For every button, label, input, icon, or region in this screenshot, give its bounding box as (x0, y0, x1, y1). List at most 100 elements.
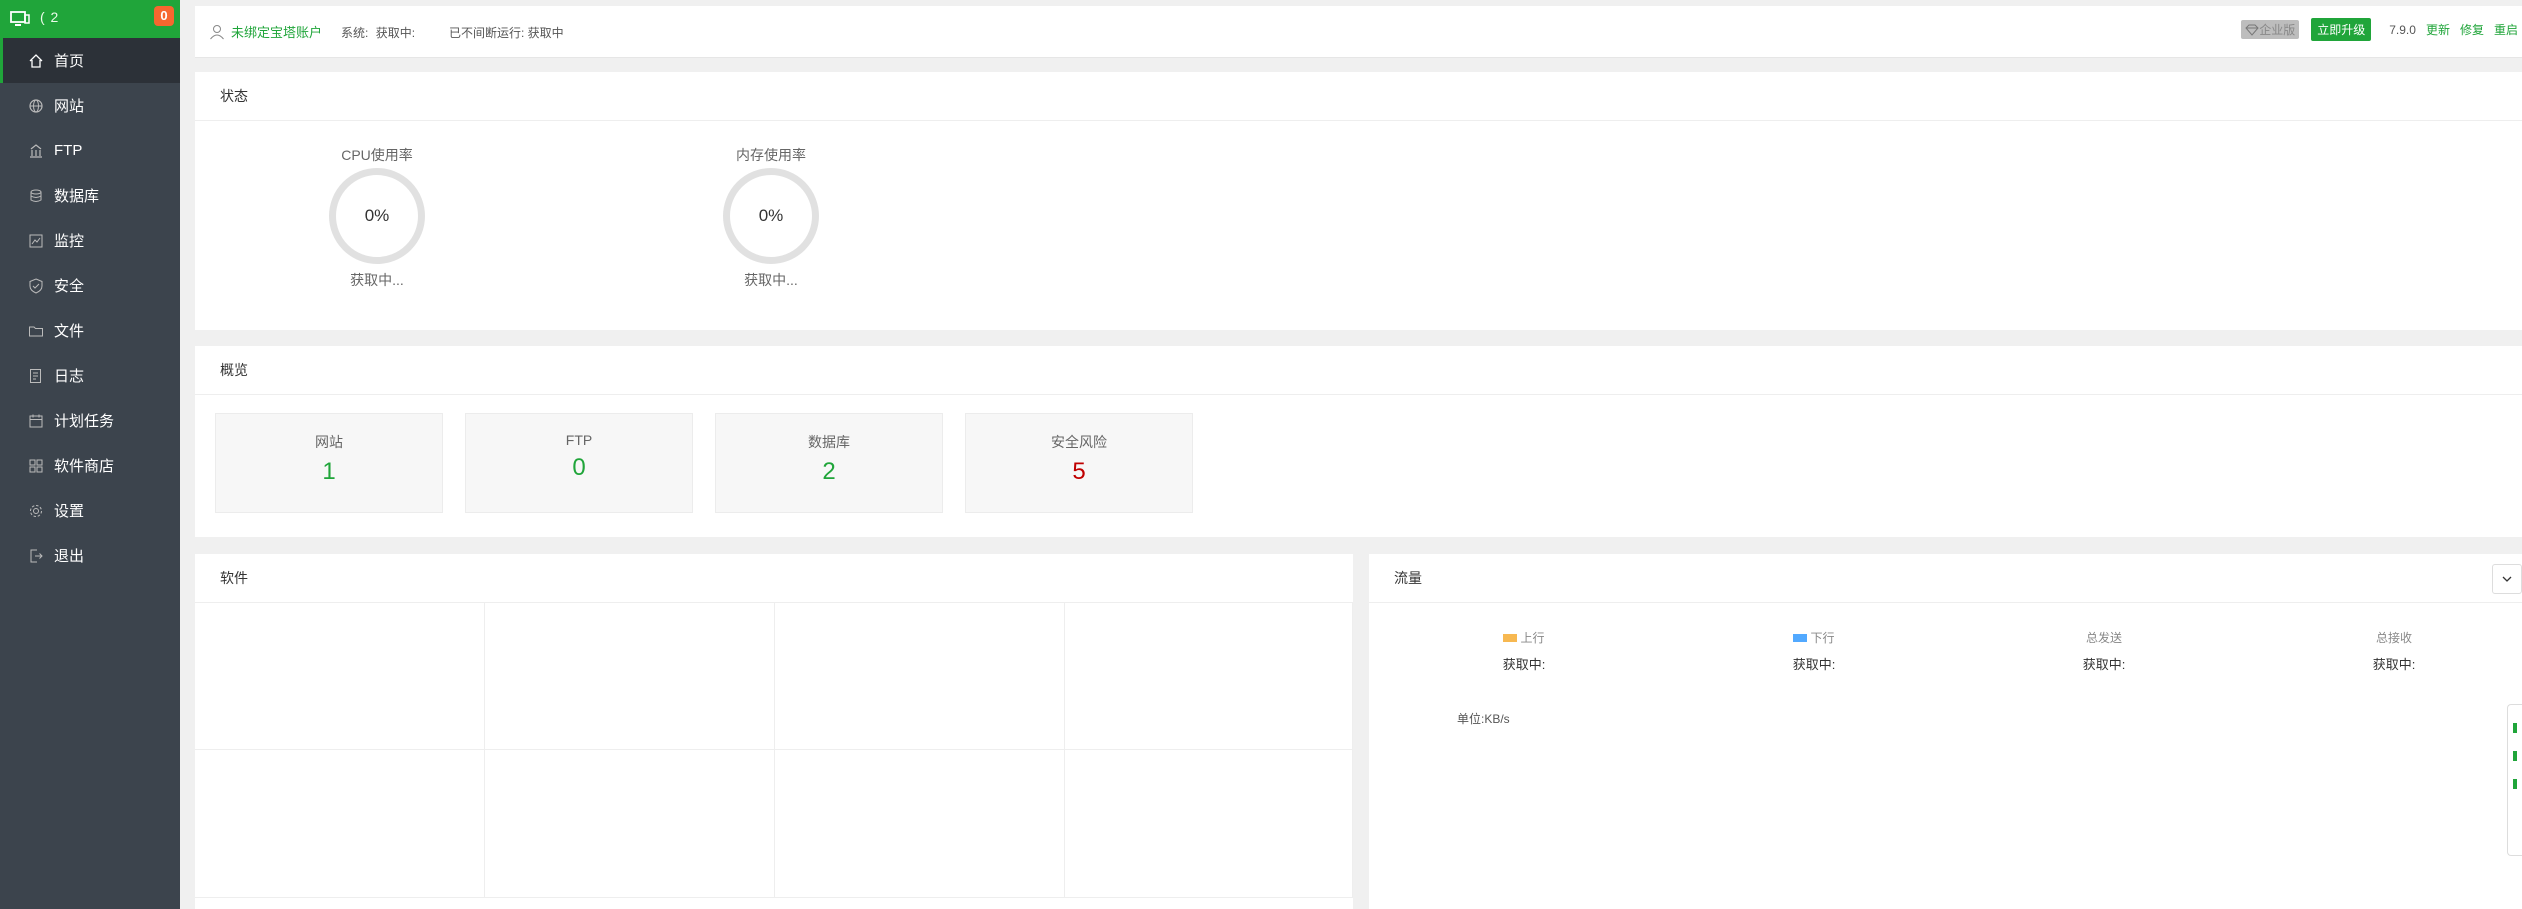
sidebar-item-label: 退出 (54, 548, 85, 565)
repair-link[interactable]: 修复 (2460, 21, 2484, 38)
software-grid (195, 602, 1353, 898)
software-slot[interactable] (1065, 602, 1353, 750)
sidebar-item-label: 网站 (54, 98, 85, 115)
globe-icon (29, 98, 43, 113)
server-hostname: ( 2 (40, 9, 60, 25)
traffic-up: 上行 获取中: (1474, 629, 1574, 673)
software-slot[interactable] (485, 750, 775, 898)
total-sent-value: 获取中: (2082, 657, 2126, 672)
cpu-gauge-label: CPU使用率 (341, 147, 413, 163)
system-label: 系统: (341, 26, 369, 40)
enterprise-label: 企业版 (2259, 23, 2296, 37)
memory-gauge-value: 0% (758, 206, 784, 225)
card-label: 网站 (315, 434, 343, 450)
sidebar: ( 2 0 首页 网站 FTP 数据库 监控 安全 文件 日志 计划任务 软件商… (0, 0, 180, 909)
memory-gauge-label: 内存使用率 (736, 147, 806, 163)
traffic-down-label: 下行 (1810, 631, 1835, 645)
update-link[interactable]: 更新 (2426, 21, 2450, 38)
sidebar-item-cron[interactable]: 计划任务 (0, 398, 180, 443)
floating-side-tab[interactable] (2507, 704, 2522, 856)
uptime-info: 已不间断运行: 获取中 (449, 26, 564, 40)
total-sent-label: 总发送 (2085, 631, 2122, 645)
sidebar-header: ( 2 0 (0, 0, 180, 38)
database-icon (30, 189, 42, 202)
diamond-icon (2245, 24, 2259, 36)
overview-card-website[interactable]: 网站 1 (215, 413, 443, 513)
upgrade-button[interactable]: 立即升级 (2311, 18, 2372, 41)
status-panel: 状态 CPU使用率 0% 获取中... 内存使用率 0% 获取中... (195, 72, 2522, 330)
download-swatch (1793, 633, 1808, 642)
grid-icon (29, 459, 43, 472)
sidebar-item-home[interactable]: 首页 (0, 38, 180, 83)
calendar-icon (29, 414, 43, 427)
card-value: 1 (322, 458, 336, 485)
sidebar-item-logout[interactable]: 退出 (0, 533, 180, 578)
shield-icon (29, 277, 43, 294)
topbar-actions: 企业版 立即升级 7.9.0 更新 修复 重启 (2241, 18, 2522, 41)
folder-icon (29, 326, 43, 336)
overview-card-database[interactable]: 数据库 2 (715, 413, 943, 513)
cpu-gauge[interactable]: CPU使用率 0% 获取中... (317, 144, 437, 290)
software-slot[interactable] (195, 750, 485, 898)
status-title: 状态 (195, 72, 2522, 121)
software-panel: 软件 (195, 554, 1353, 909)
software-title: 软件 (195, 554, 1353, 603)
sidebar-item-label: 文件 (54, 323, 85, 340)
cpu-gauge-status: 获取中... (350, 272, 404, 288)
system-info: 系统: 获取中: (341, 24, 419, 41)
bind-account-link[interactable]: 未绑定宝塔账户 (209, 22, 322, 41)
ftp-icon (30, 143, 42, 158)
sidebar-item-software-store[interactable]: 软件商店 (0, 443, 180, 488)
sidebar-item-label: 安全 (54, 278, 85, 295)
sidebar-nav: 首页 网站 FTP 数据库 监控 安全 文件 日志 计划任务 软件商店 设置 退… (0, 38, 180, 578)
user-icon (210, 24, 224, 39)
sidebar-item-logs[interactable]: 日志 (0, 353, 180, 398)
logout-icon (30, 549, 43, 562)
traffic-up-value: 获取中: (1502, 657, 1546, 672)
card-label: 安全风险 (1051, 434, 1107, 450)
sidebar-item-label: 日志 (54, 368, 85, 385)
system-value: 获取中: (375, 26, 416, 40)
log-icon (30, 368, 41, 383)
sidebar-item-files[interactable]: 文件 (0, 308, 180, 353)
sidebar-item-database[interactable]: 数据库 (0, 173, 180, 218)
overview-card-security-risk[interactable]: 安全风险 5 (965, 413, 1193, 513)
total-recv-value: 获取中: (2372, 657, 2416, 672)
sidebar-item-label: 计划任务 (54, 413, 115, 430)
software-slot[interactable] (195, 602, 485, 750)
sidebar-item-website[interactable]: 网站 (0, 83, 180, 128)
software-slot[interactable] (775, 750, 1065, 898)
sidebar-item-ftp[interactable]: FTP (0, 128, 180, 173)
sidebar-item-label: FTP (54, 142, 83, 159)
memory-gauge[interactable]: 内存使用率 0% 获取中... (711, 144, 831, 290)
sidebar-item-label: 首页 (54, 53, 85, 70)
sidebar-item-security[interactable]: 安全 (0, 263, 180, 308)
card-value: 0 (572, 454, 586, 481)
upload-swatch (1503, 633, 1518, 642)
sidebar-item-monitor[interactable]: 监控 (0, 218, 180, 263)
traffic-panel: 流量 上行 获取中: 下行 获取中: 总发送 获取中: 总接收 获取中: 单位:… (1369, 554, 2522, 909)
sidebar-item-settings[interactable]: 设置 (0, 488, 180, 533)
software-slot[interactable] (775, 602, 1065, 750)
restart-link[interactable]: 重启 (2494, 21, 2518, 38)
top-bar: 未绑定宝塔账户 系统: 获取中: 已不间断运行: 获取中 企业版 立即升级 7.… (195, 6, 2522, 58)
monitor-chart-icon (29, 234, 43, 247)
traffic-down-value: 获取中: (1792, 657, 1836, 672)
software-slot[interactable] (485, 602, 775, 750)
traffic-total-recv: 总接收 获取中: (2344, 629, 2444, 673)
memory-gauge-status: 获取中... (744, 272, 798, 288)
sidebar-item-label: 数据库 (54, 188, 100, 205)
traffic-up-label: 上行 (1520, 631, 1545, 645)
message-count-badge[interactable]: 0 (154, 6, 174, 26)
software-slot[interactable] (1065, 750, 1353, 898)
network-select-dropdown[interactable] (2492, 564, 2522, 594)
card-value: 5 (1072, 458, 1086, 485)
enterprise-badge[interactable]: 企业版 (2241, 20, 2300, 39)
home-icon (29, 53, 43, 68)
overview-title: 概览 (195, 346, 2522, 395)
gear-icon (30, 504, 42, 517)
total-recv-label: 总接收 (2375, 631, 2412, 645)
traffic-title: 流量 (1369, 554, 2522, 603)
sidebar-item-label: 监控 (54, 233, 85, 250)
overview-card-ftp[interactable]: FTP 0 (465, 413, 693, 513)
